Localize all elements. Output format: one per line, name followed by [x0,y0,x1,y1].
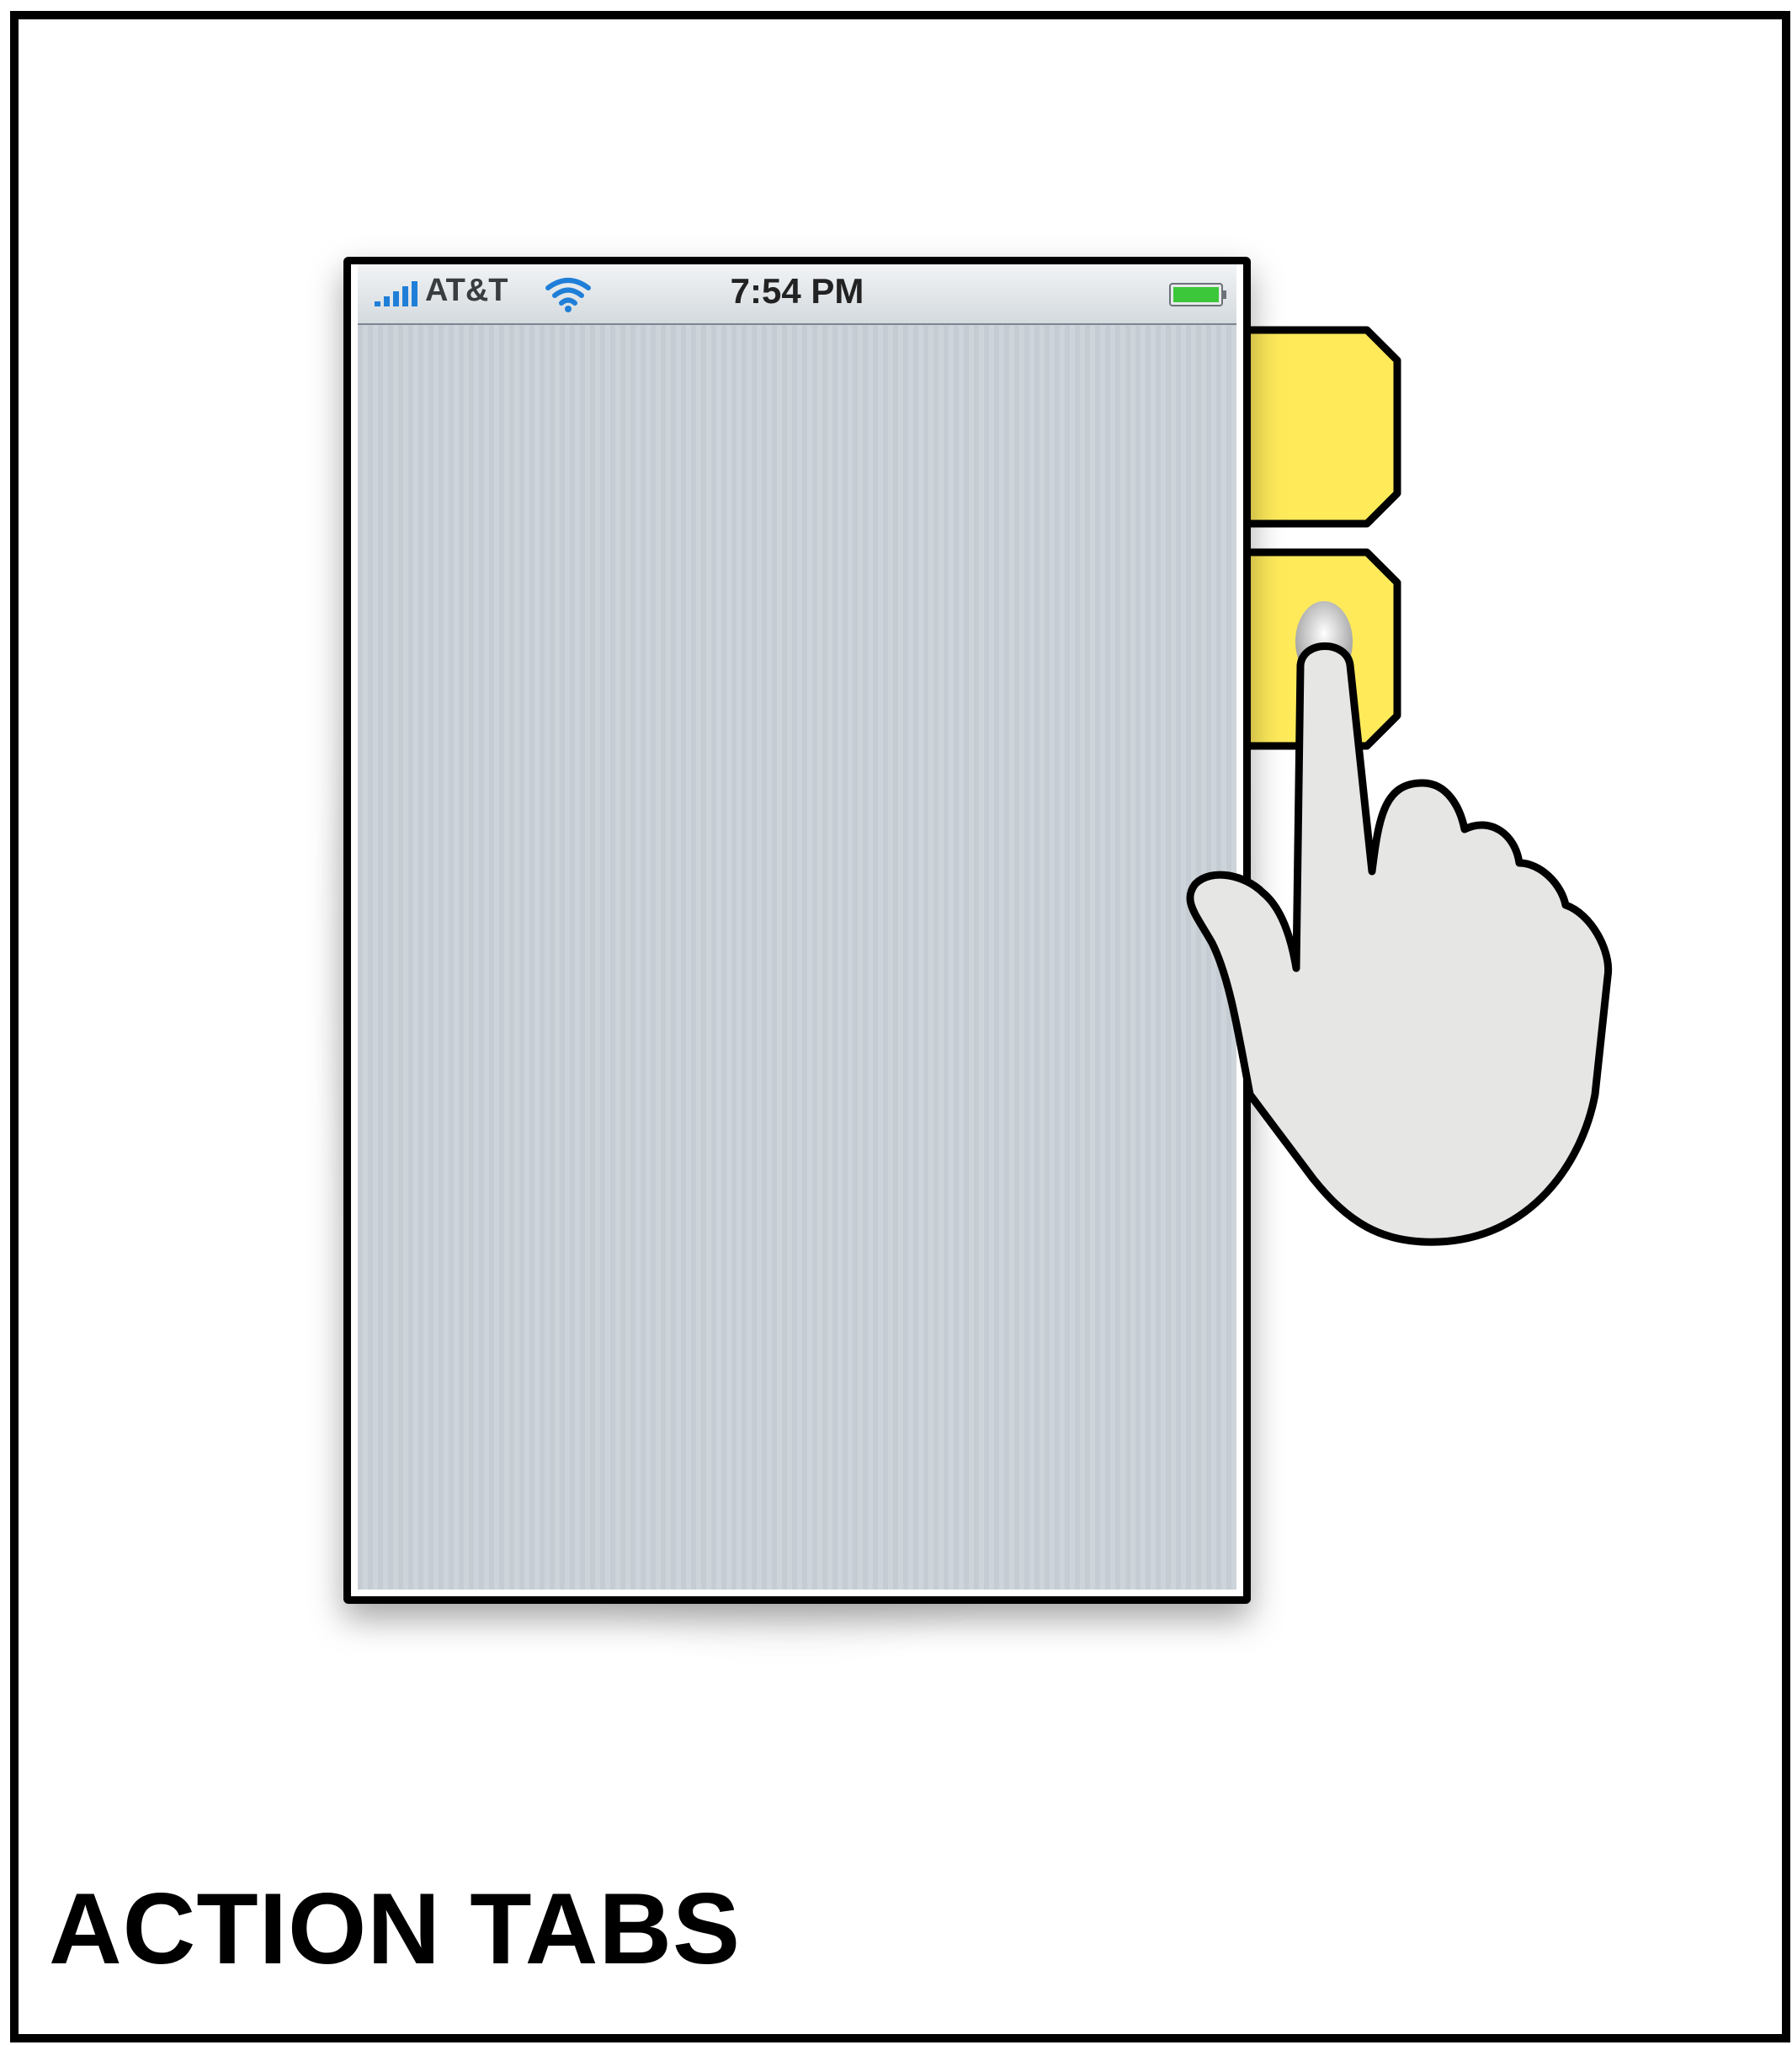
diagram-caption: ACTION TABS [49,1872,742,1985]
hand-pointer-icon [1186,601,1613,1246]
